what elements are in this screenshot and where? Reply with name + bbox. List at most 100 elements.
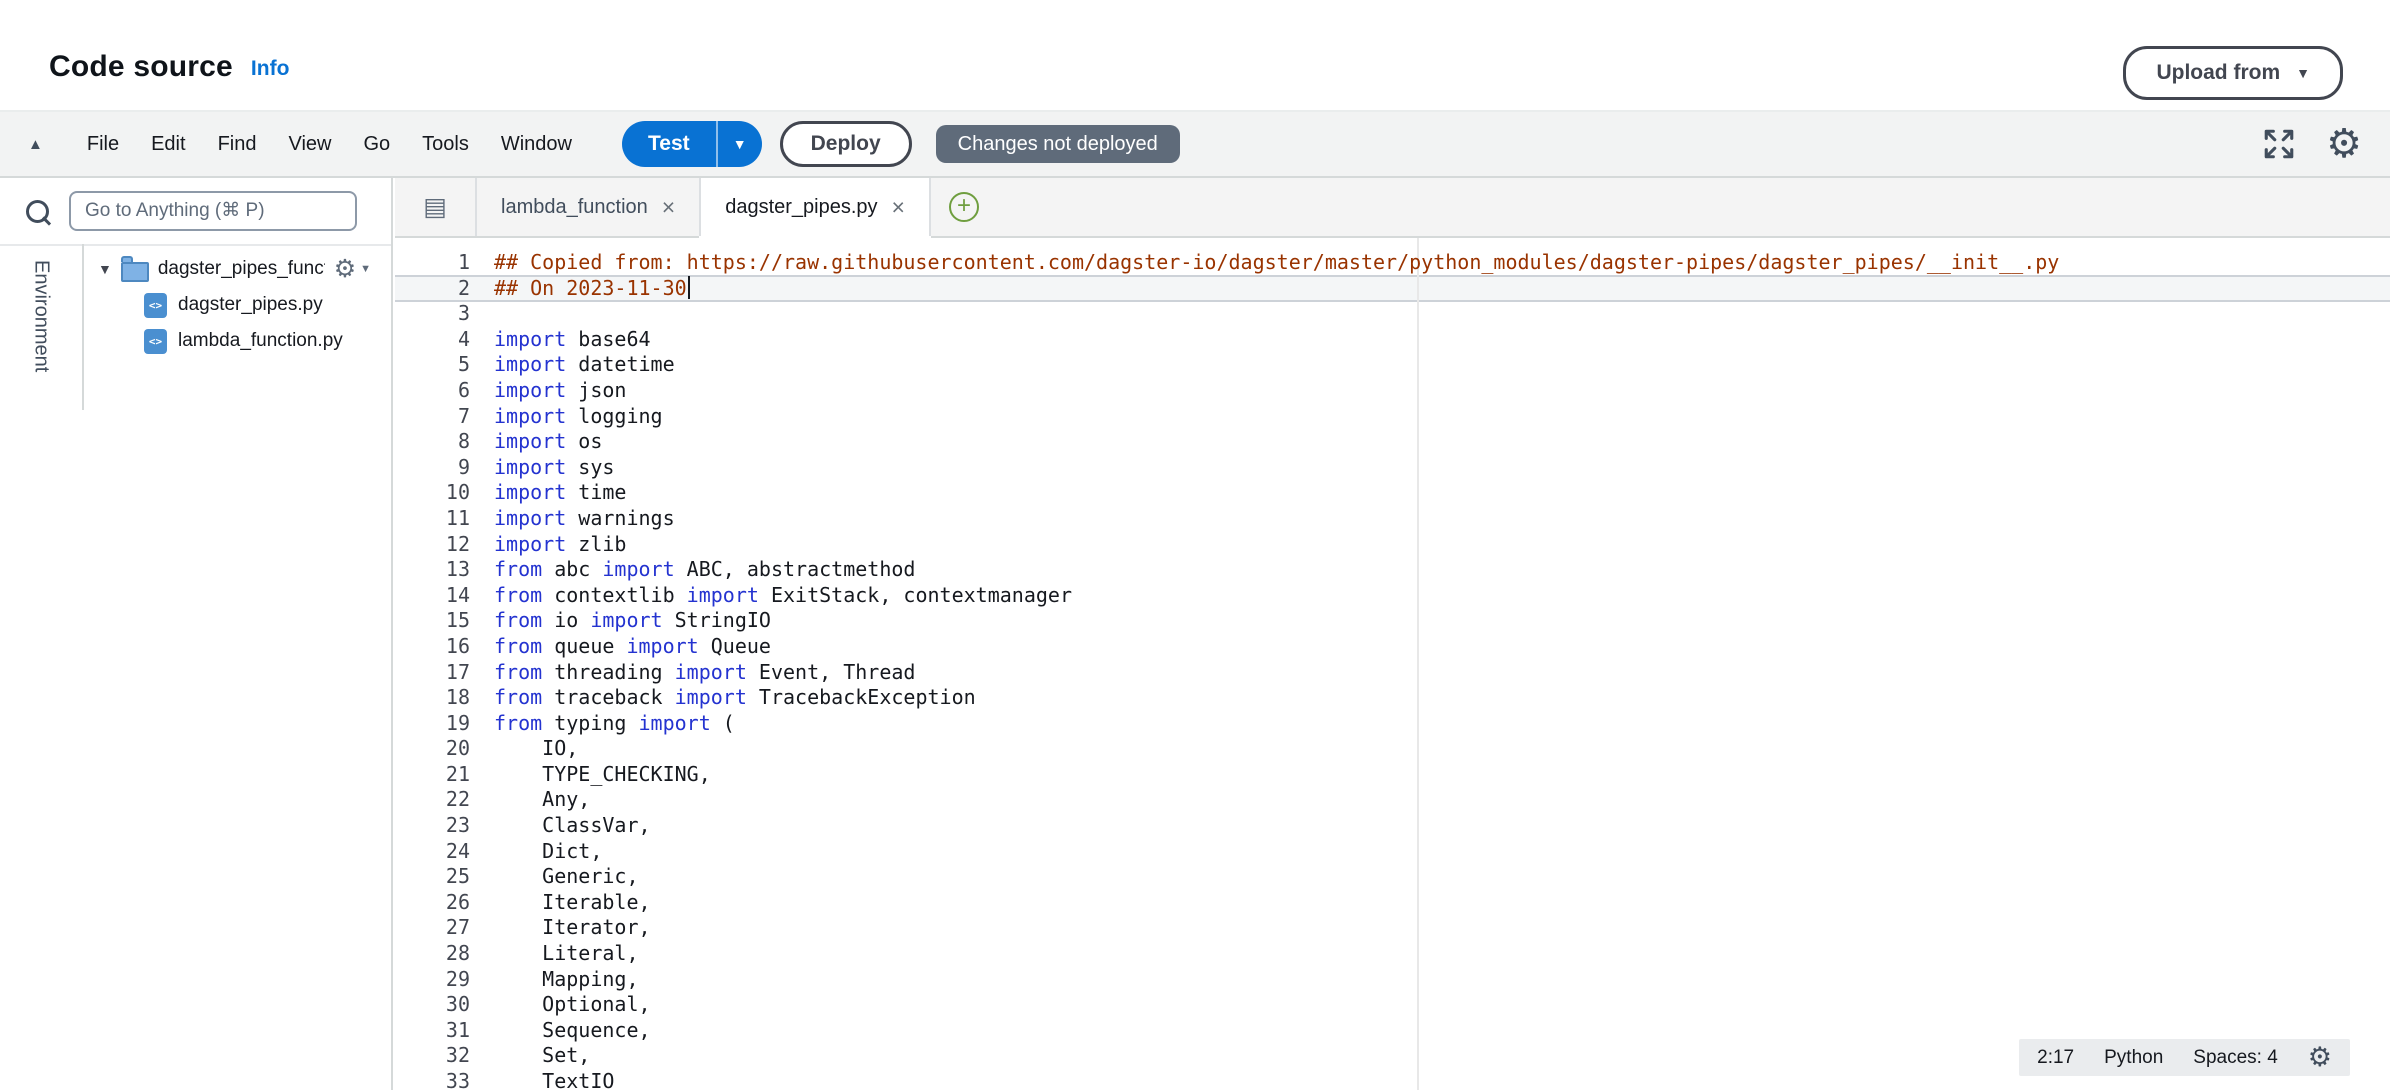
- line-number: 20: [395, 736, 470, 762]
- code-line[interactable]: import time: [494, 480, 2390, 506]
- code-line[interactable]: import base64: [494, 327, 2390, 353]
- test-split-button[interactable]: Test ▼: [622, 121, 762, 167]
- line-number: 28: [395, 941, 470, 967]
- text-cursor: [688, 276, 691, 299]
- tab-label: dagster_pipes.py: [725, 196, 877, 219]
- code-line[interactable]: Generic,: [494, 864, 2390, 890]
- code-line[interactable]: Iterator,: [494, 915, 2390, 941]
- line-number: 4: [395, 327, 470, 353]
- search-icon[interactable]: [26, 200, 49, 223]
- code-line[interactable]: [494, 301, 2390, 327]
- tree-item-folder[interactable]: ▼ dagster_pipes_funct ⚙ ▼: [84, 251, 391, 287]
- line-number: 21: [395, 762, 470, 788]
- line-number: 3: [395, 301, 470, 327]
- code-line[interactable]: from threading import Event, Thread: [494, 660, 2390, 686]
- line-number: 13: [395, 557, 470, 583]
- editor-settings-gear-icon[interactable]: ⚙: [2326, 124, 2362, 164]
- code-line[interactable]: import sys: [494, 455, 2390, 481]
- menu-item-tools[interactable]: Tools: [406, 133, 485, 156]
- line-number: 26: [395, 890, 470, 916]
- test-button[interactable]: Test: [622, 121, 716, 167]
- line-number: 15: [395, 608, 470, 634]
- fullscreen-expand-icon[interactable]: [2262, 127, 2296, 161]
- code-line[interactable]: Mapping,: [494, 967, 2390, 993]
- goto-anything-input[interactable]: [69, 191, 357, 231]
- code-line[interactable]: from traceback import TracebackException: [494, 685, 2390, 711]
- menu-item-view[interactable]: View: [272, 133, 347, 156]
- code-line[interactable]: Iterable,: [494, 890, 2390, 916]
- upload-from-label: Upload from: [2156, 61, 2280, 85]
- chevron-down-icon[interactable]: ▼: [98, 261, 112, 277]
- caret-down-icon: ▼: [360, 263, 371, 275]
- code-line[interactable]: import logging: [494, 404, 2390, 430]
- code-line[interactable]: from io import StringIO: [494, 608, 2390, 634]
- code-line[interactable]: ClassVar,: [494, 813, 2390, 839]
- upload-from-button[interactable]: Upload from ▼: [2123, 46, 2343, 100]
- indentation-setting[interactable]: Spaces: 4: [2193, 1047, 2278, 1069]
- environment-tab[interactable]: Environment: [30, 260, 53, 372]
- close-icon[interactable]: ×: [892, 196, 905, 219]
- code-line[interactable]: import json: [494, 378, 2390, 404]
- line-number: 31: [395, 1018, 470, 1044]
- test-caret-segment[interactable]: ▼: [716, 121, 762, 167]
- code-line[interactable]: import zlib: [494, 532, 2390, 558]
- line-number: 2: [395, 276, 470, 302]
- code-line[interactable]: Literal,: [494, 941, 2390, 967]
- code-line[interactable]: IO,: [494, 736, 2390, 762]
- code-line[interactable]: ## On 2023-11-30: [494, 276, 2390, 302]
- code-line[interactable]: Any,: [494, 787, 2390, 813]
- line-number: 22: [395, 787, 470, 813]
- close-icon[interactable]: ×: [662, 196, 675, 219]
- code-line[interactable]: import warnings: [494, 506, 2390, 532]
- menu-item-find[interactable]: Find: [202, 133, 273, 156]
- menu-item-edit[interactable]: Edit: [135, 133, 201, 156]
- line-number: 11: [395, 506, 470, 532]
- gutter: 1234567891011121314151617181920212223242…: [395, 250, 470, 1090]
- file-name: dagster_pipes.py: [178, 294, 323, 316]
- editor-tab-dagster_pipes-py[interactable]: dagster_pipes.py ×: [699, 178, 931, 236]
- deploy-button[interactable]: Deploy: [780, 121, 912, 167]
- code-line[interactable]: Dict,: [494, 839, 2390, 865]
- caret-down-icon: ▼: [2296, 65, 2310, 81]
- collapse-panel-icon[interactable]: ▲: [28, 136, 43, 153]
- line-number: 16: [395, 634, 470, 660]
- line-number: 8: [395, 429, 470, 455]
- code-line[interactable]: TYPE_CHECKING,: [494, 762, 2390, 788]
- editor-tab-lambda_function[interactable]: lambda_function×: [475, 178, 701, 236]
- tree-settings-gear-icon[interactable]: ⚙ ▼: [334, 257, 371, 282]
- sidebar: Environment ▼ dagster_pipes_funct ⚙ ▼ <>…: [0, 178, 393, 1090]
- info-link[interactable]: Info: [251, 57, 289, 81]
- add-tab-icon[interactable]: +: [949, 192, 979, 222]
- tab-list: lambda_function× dagster_pipes.py ×: [475, 178, 929, 236]
- menu-item-go[interactable]: Go: [347, 133, 406, 156]
- code-line[interactable]: import datetime: [494, 352, 2390, 378]
- tree-item-file[interactable]: <>dagster_pipes.py: [84, 287, 391, 323]
- line-number: 30: [395, 992, 470, 1018]
- line-number: 1: [395, 250, 470, 276]
- document-list-icon[interactable]: ▤: [395, 178, 475, 236]
- line-number: 7: [395, 404, 470, 430]
- code-line[interactable]: from queue import Queue: [494, 634, 2390, 660]
- code-editor[interactable]: 1234567891011121314151617181920212223242…: [395, 238, 2390, 1090]
- cursor-position: 2:17: [2037, 1047, 2074, 1069]
- changes-status-badge: Changes not deployed: [936, 125, 1180, 163]
- editor-tabbar: ▤ lambda_function× dagster_pipes.py × +: [395, 178, 2390, 238]
- line-number: 27: [395, 915, 470, 941]
- menu-item-window[interactable]: Window: [485, 133, 588, 156]
- menu-item-file[interactable]: File: [71, 133, 135, 156]
- tree-item-file[interactable]: <>lambda_function.py: [84, 323, 391, 359]
- language-mode[interactable]: Python: [2104, 1047, 2163, 1069]
- tree-files: <>dagster_pipes.py<>lambda_function.py: [84, 287, 391, 359]
- code-line[interactable]: Optional,: [494, 992, 2390, 1018]
- page-title: Code source: [49, 50, 233, 84]
- code-line[interactable]: from typing import (: [494, 711, 2390, 737]
- folder-name: dagster_pipes_funct: [158, 258, 325, 280]
- code-line[interactable]: ## Copied from: https://raw.githubuserco…: [494, 250, 2390, 276]
- code-line[interactable]: from abc import ABC, abstractmethod: [494, 557, 2390, 583]
- statusbar-gear-icon[interactable]: ⚙: [2308, 1044, 2332, 1071]
- code-line[interactable]: from contextlib import ExitStack, contex…: [494, 583, 2390, 609]
- line-number: 23: [395, 813, 470, 839]
- environment-strip: Environment: [0, 244, 84, 410]
- line-number: 24: [395, 839, 470, 865]
- code-line[interactable]: import os: [494, 429, 2390, 455]
